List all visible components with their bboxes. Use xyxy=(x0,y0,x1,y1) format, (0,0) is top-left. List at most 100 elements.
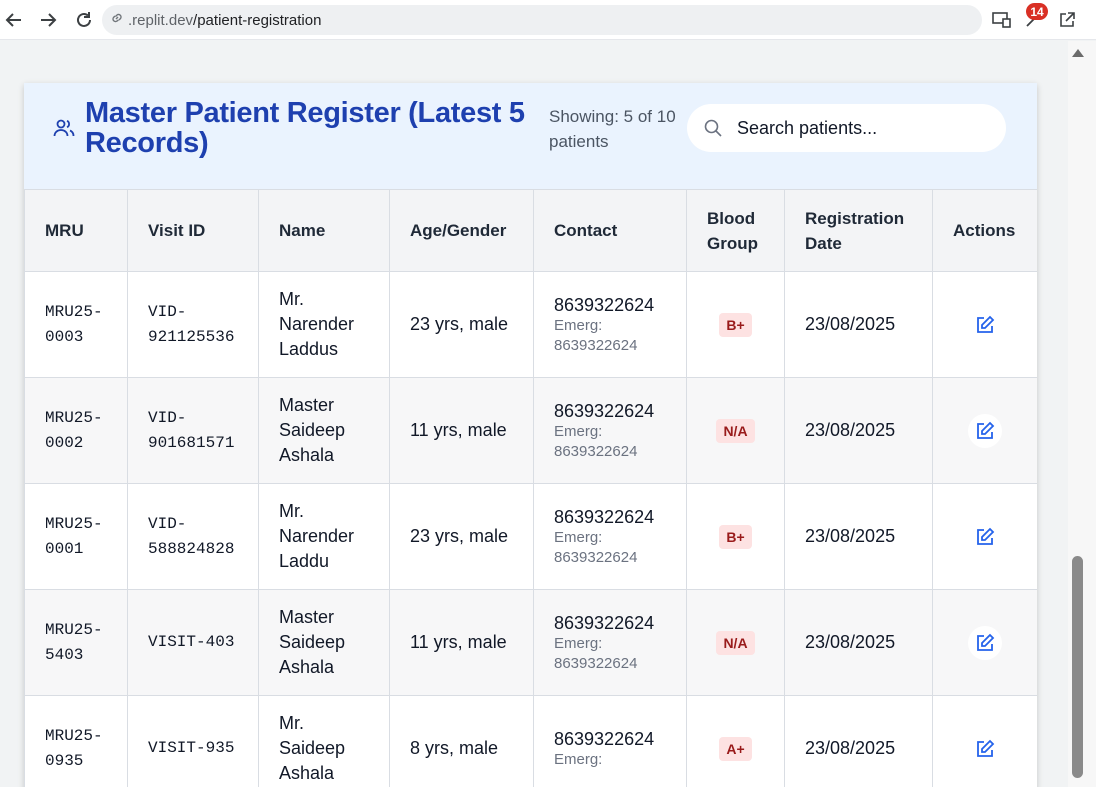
cell-mru: MRU25-0002 xyxy=(24,377,128,484)
edit-icon xyxy=(977,739,995,757)
patient-register-card: Master Patient Register (Latest 5 Record… xyxy=(24,83,1037,787)
cell-name: Master Saideep Ashala xyxy=(258,377,390,484)
address-bar[interactable]: .replit.dev/patient-registration xyxy=(102,5,982,35)
cell-visit-id: VID-921125536 xyxy=(127,271,259,378)
cell-blood-group: B+ xyxy=(686,271,785,378)
emergency-phone: 8639322624 xyxy=(554,548,638,566)
cell-registration-date: 23/08/2025 xyxy=(784,483,933,590)
open-external-icon[interactable] xyxy=(1056,9,1078,31)
column-header-contact[interactable]: Contact xyxy=(533,189,687,272)
page-viewport: Master Patient Register (Latest 5 Record… xyxy=(0,41,1068,787)
back-button[interactable] xyxy=(2,8,26,32)
emergency-label: Emerg: xyxy=(554,634,603,652)
emergency-phone: 8639322624 xyxy=(554,654,638,672)
cell-mru: MRU25-0001 xyxy=(24,483,128,590)
blood-group-badge: B+ xyxy=(719,313,752,337)
edit-icon xyxy=(977,315,995,333)
table-row: MRU25-0002 VID-901681571 Master Saideep … xyxy=(24,377,1037,484)
browser-toolbar: .replit.dev/patient-registration 14 xyxy=(0,0,1096,40)
column-header-registration-date[interactable]: Registration Date xyxy=(784,189,933,272)
emergency-label: Emerg: xyxy=(554,750,603,768)
cell-mru: MRU25-0003 xyxy=(24,271,128,378)
url-path: /patient-registration xyxy=(193,11,322,29)
url-host: .replit.dev xyxy=(128,11,194,29)
edit-button[interactable] xyxy=(968,731,1002,766)
cell-name: Master Saideep Ashala xyxy=(258,589,390,696)
cell-contact: 8639322624 Emerg: 8639322624 xyxy=(533,589,687,696)
cell-blood-group: N/A xyxy=(686,589,785,696)
search-input[interactable] xyxy=(737,117,987,139)
edit-icon xyxy=(977,633,995,651)
blood-group-badge: B+ xyxy=(719,525,752,549)
search-icon xyxy=(704,119,722,137)
cell-age-gender: 11 yrs, male xyxy=(389,589,534,696)
table-row: MRU25-5403 VISIT-403 Master Saideep Asha… xyxy=(24,589,1037,696)
cell-visit-id: VISIT-935 xyxy=(127,695,259,787)
cell-blood-group: A+ xyxy=(686,695,785,787)
table-header-row: MRU Visit ID Name Age/Gender Contact Blo… xyxy=(24,189,1037,272)
column-header-mru[interactable]: MRU xyxy=(24,189,128,272)
cell-age-gender: 8 yrs, male xyxy=(389,695,534,787)
cell-name: Mr. Saideep Ashala xyxy=(258,695,390,787)
cell-name: Mr. Narender Laddu xyxy=(258,483,390,590)
contact-phone: 8639322624 xyxy=(554,400,655,421)
column-header-age-gender[interactable]: Age/Gender xyxy=(389,189,534,272)
cell-contact: 8639322624 Emerg: xyxy=(533,695,687,787)
cell-visit-id: VID-588824828 xyxy=(127,483,259,590)
cell-age-gender: 23 yrs, male xyxy=(389,483,534,590)
edit-button[interactable] xyxy=(968,413,1002,448)
blood-group-badge: N/A xyxy=(716,631,755,655)
contact-phone: 8639322624 xyxy=(554,612,655,633)
showing-count: Showing: 5 of 10 patients xyxy=(549,107,676,151)
patient-table: MRU Visit ID Name Age/Gender Contact Blo… xyxy=(24,189,1037,787)
column-header-actions: Actions xyxy=(932,189,1037,272)
card-header: Master Patient Register (Latest 5 Record… xyxy=(24,83,1037,190)
cell-mru: MRU25-0935 xyxy=(24,695,128,787)
cell-actions xyxy=(932,377,1037,484)
scroll-up-arrow-icon[interactable] xyxy=(1072,49,1084,57)
users-icon xyxy=(53,119,75,137)
cell-actions xyxy=(932,695,1037,787)
forward-button[interactable] xyxy=(36,8,60,32)
cell-contact: 8639322624 Emerg: 8639322624 xyxy=(533,271,687,378)
search-box[interactable] xyxy=(687,104,1006,152)
cell-visit-id: VID-901681571 xyxy=(127,377,259,484)
contact-phone: 8639322624 xyxy=(554,728,655,749)
cast-icon[interactable] xyxy=(991,9,1013,31)
emergency-label: Emerg: xyxy=(554,422,603,440)
reload-button[interactable] xyxy=(72,8,96,32)
cell-registration-date: 23/08/2025 xyxy=(784,695,933,787)
blood-group-badge: N/A xyxy=(716,419,755,443)
page-title: Master Patient Register (Latest 5 Record… xyxy=(85,97,525,159)
reload-icon xyxy=(77,12,91,27)
arrow-right-icon xyxy=(41,13,57,27)
column-header-name[interactable]: Name xyxy=(258,189,390,272)
emergency-phone: 8639322624 xyxy=(554,336,638,354)
emergency-phone: 8639322624 xyxy=(554,442,638,460)
cell-age-gender: 11 yrs, male xyxy=(389,377,534,484)
notification-badge: 14 xyxy=(1026,3,1048,20)
emergency-label: Emerg: xyxy=(554,316,603,334)
cell-age-gender: 23 yrs, male xyxy=(389,271,534,378)
cell-registration-date: 23/08/2025 xyxy=(784,589,933,696)
blood-group-badge: A+ xyxy=(719,737,752,761)
cell-actions xyxy=(932,483,1037,590)
scrollbar-thumb[interactable] xyxy=(1072,556,1083,778)
column-header-visit-id[interactable]: Visit ID xyxy=(127,189,259,272)
edit-icon xyxy=(977,527,995,545)
emergency-label: Emerg: xyxy=(554,528,603,546)
cell-name: Mr. Narender Laddus xyxy=(258,271,390,378)
edit-button[interactable] xyxy=(968,519,1002,554)
edit-button[interactable] xyxy=(968,307,1002,342)
cell-registration-date: 23/08/2025 xyxy=(784,377,933,484)
contact-phone: 8639322624 xyxy=(554,506,655,527)
cell-registration-date: 23/08/2025 xyxy=(784,271,933,378)
table-row: MRU25-0003 VID-921125536 Mr. Narender La… xyxy=(24,271,1037,378)
cell-blood-group: N/A xyxy=(686,377,785,484)
cell-blood-group: B+ xyxy=(686,483,785,590)
cell-actions xyxy=(932,589,1037,696)
column-header-blood-group[interactable]: Blood Group xyxy=(686,189,785,272)
edit-button[interactable] xyxy=(968,625,1002,660)
table-row: MRU25-0935 VISIT-935 Mr. Saideep Ashala … xyxy=(24,695,1037,787)
arrow-left-icon xyxy=(5,13,21,27)
